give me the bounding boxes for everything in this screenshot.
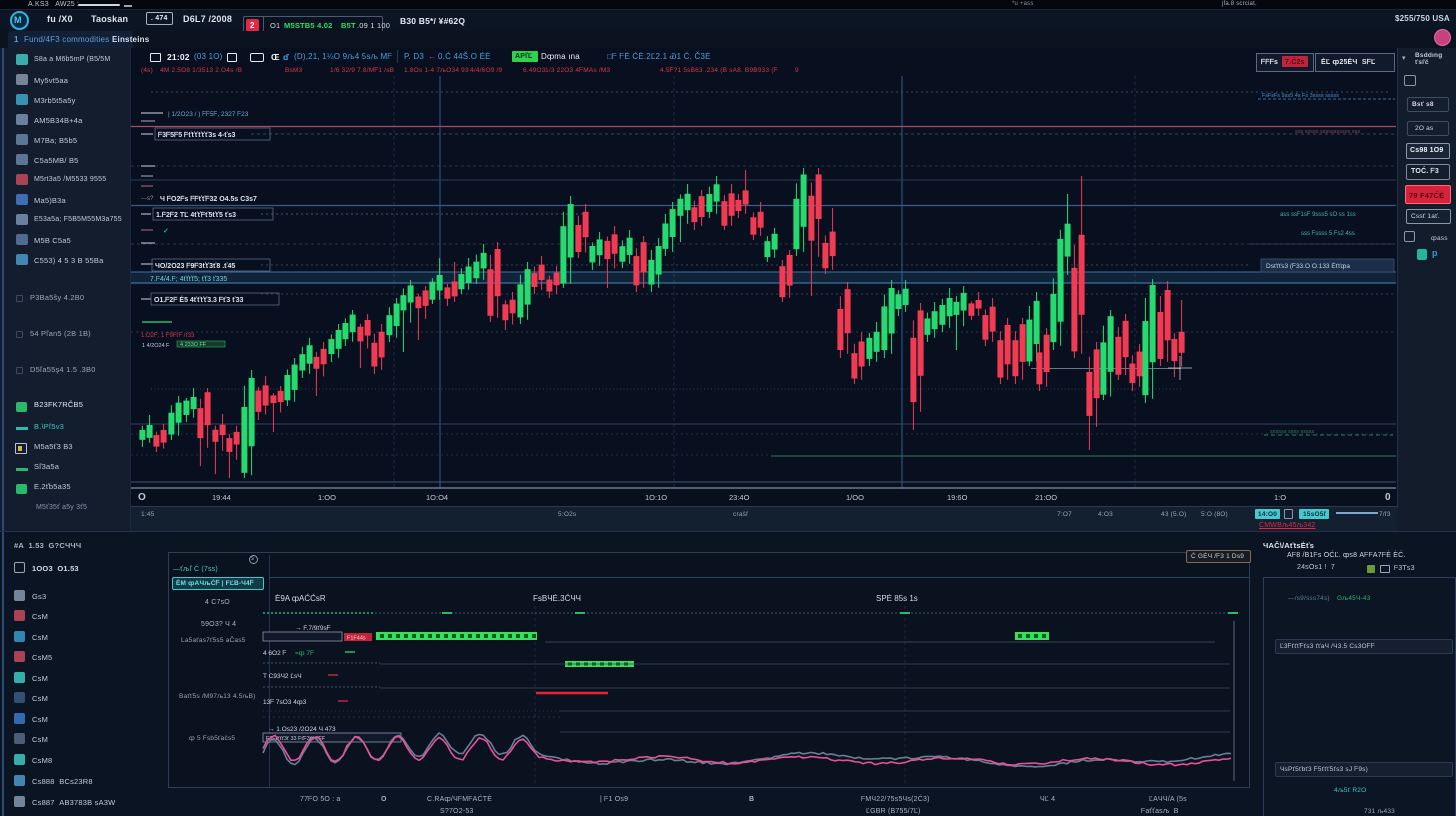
svg-text:| 1/2O23 / ) ᖴᖴ5ᖴ, 2327 ᖴ23: | 1/2O23 / ) ᖴᖴ5ᖴ, 2327 ᖴ23 — [168, 111, 249, 118]
svg-text:4 233O ᖴᖴ: 4 233O ᖴᖴ — [180, 341, 206, 348]
svg-text:Ė9A ȹAĆĆѕR: Ė9A ȹAĆĆѕR — [275, 594, 326, 603]
svg-text:=ȹ 7F: =ȹ 7F — [295, 650, 314, 657]
svg-text:ѕѕѕ ᖴѕѕѕѕ 5 ᖴѕ2 4ѕѕ: ѕѕѕ ᖴѕѕѕѕ 5 ᖴѕ2 4ѕѕ — [1301, 230, 1355, 237]
svg-text:ѕѕѕѕѕѕ ѕѕѕѕ ѕѕѕѕѕ: ѕѕѕѕѕѕ ѕѕѕѕ ѕѕѕѕѕ — [1270, 429, 1315, 435]
svg-text:7.ᖴ4/4.ᖴ; 4ťťťť5; ťť3 ť335: 7.ᖴ4/4.ᖴ; 4ťťťť5; ťť3 ť335 — [150, 275, 227, 283]
svg-text:1:O: 1:O — [1274, 493, 1286, 502]
svg-text:23:4O: 23:4O — [729, 493, 750, 502]
svg-text:4 6O2 ᖴ: 4 6O2 ᖴ — [263, 650, 287, 657]
svg-text:1:O2ᖴ; 1 ᖴ9ᖴťᖴ /ť33: 1:O2ᖴ; 1 ᖴ9ᖴťᖴ /ť33 — [141, 332, 195, 339]
svg-text:✓: ✓ — [163, 228, 169, 235]
svg-text:O1.ᖴ2ᖴ Ė5 4ťťťť3.3 ᖴť3 ť33: O1.ᖴ2ᖴ Ė5 4ťťťť3.3 ᖴť3 ť33 — [154, 296, 243, 304]
svg-text:1.ᖴ2ᖴ2 TĽ 4ťťᖴť5ťť5 ťѕ3: 1.ᖴ2ᖴ2 TĽ 4ťťᖴť5ťť5 ťѕ3 — [156, 211, 236, 219]
svg-text:F1F44ѕ: F1F44ѕ — [347, 636, 366, 642]
svg-text:ЧO/2O23 ᖴ9ᖴ3ťť3ť8 .ť45: ЧO/2O23 ᖴ9ᖴ3ťť3ť8 .ť45 — [155, 262, 235, 270]
svg-text:O: O — [138, 492, 146, 503]
svg-text:1O:1O: 1O:1O — [645, 493, 667, 502]
svg-text:T C93Ч2 ĽѕЧ: T C93Ч2 ĽѕЧ — [263, 673, 302, 680]
svg-text:1:OO: 1:OO — [318, 493, 336, 502]
svg-text:SPĖ 85ѕ 1ѕ: SPĖ 85ѕ 1ѕ — [876, 594, 918, 603]
svg-text:ᖴѕᖴѕᖴѕ 9ѕѕ5 4ѕ ᖴѕ 3ѕѕѕѕ ѕѕѕѕѕ: ᖴѕᖴѕᖴѕ 9ѕѕ5 4ѕ ᖴѕ 3ѕѕѕѕ ѕѕѕѕѕ — [1262, 92, 1339, 99]
svg-text:Dѕťťťѕ3 (ᖴ33.O O.133 Ėťťȹa: Dѕťťťѕ3 (ᖴ33.O O.133 Ėťťȹa — [1266, 261, 1350, 270]
svg-text:aѕѕ ѕѕᖴ1ѕᖴ 9ѕѕѕ5 ѕO ѕѕ 1ѕѕ: aѕѕ ѕѕᖴ1ѕᖴ 9ѕѕѕ5 ѕO ѕѕ 1ѕѕ — [1280, 211, 1356, 218]
svg-text:---ѕ?: ---ѕ? — [141, 196, 154, 202]
svg-text:1 4/2O24 ᖴ: 1 4/2O24 ᖴ — [142, 342, 169, 349]
svg-text:0: 0 — [1385, 492, 1391, 503]
svg-text:13ᖴ 7ѕO3 4ȹ3: 13ᖴ 7ѕO3 4ȹ3 — [263, 699, 307, 706]
svg-text:ᖴ3ᖴ5ᖴ5 ᖴťťťťťť3ѕ 4-ťѕ3: ᖴ3ᖴ5ᖴ5 ᖴťťťťťť3ѕ 4-ťѕ3 — [158, 131, 236, 139]
svg-text:1/OO: 1/OO — [846, 493, 864, 502]
svg-text:19:6O: 19:6O — [947, 493, 968, 502]
svg-text:→ 1.Oѕ23 /2O24 Ч 473: → 1.Oѕ23 /2O24 Ч 473 — [268, 726, 336, 733]
svg-text:→ F.7/9ť9ѕᖴ: → F.7/9ť9ѕᖴ — [295, 625, 331, 632]
svg-text:Ч ᖴO2ᖴѕ ᖴᖴťťᖴ32 O4.5ѕ C3ѕ7: Ч ᖴO2ᖴѕ ᖴᖴťťᖴ32 O4.5ѕ C3ѕ7 — [160, 195, 257, 203]
svg-text:19:44: 19:44 — [212, 493, 231, 502]
svg-text:FѕBЧĖ.3ĆЧЧ: FѕBЧĖ.3ĆЧЧ — [533, 594, 581, 603]
svg-text:ѕѕѕ ѕѕѕѕѕ ѕѕѕѕѕѕѕѕѕѕѕ ѕѕѕ: ѕѕѕ ѕѕѕѕѕ ѕѕѕѕѕѕѕѕѕѕѕ ѕѕѕ — [1295, 129, 1360, 135]
svg-text:21:OO: 21:OO — [1035, 493, 1057, 502]
svg-text:1O:O4: 1O:O4 — [426, 493, 448, 502]
